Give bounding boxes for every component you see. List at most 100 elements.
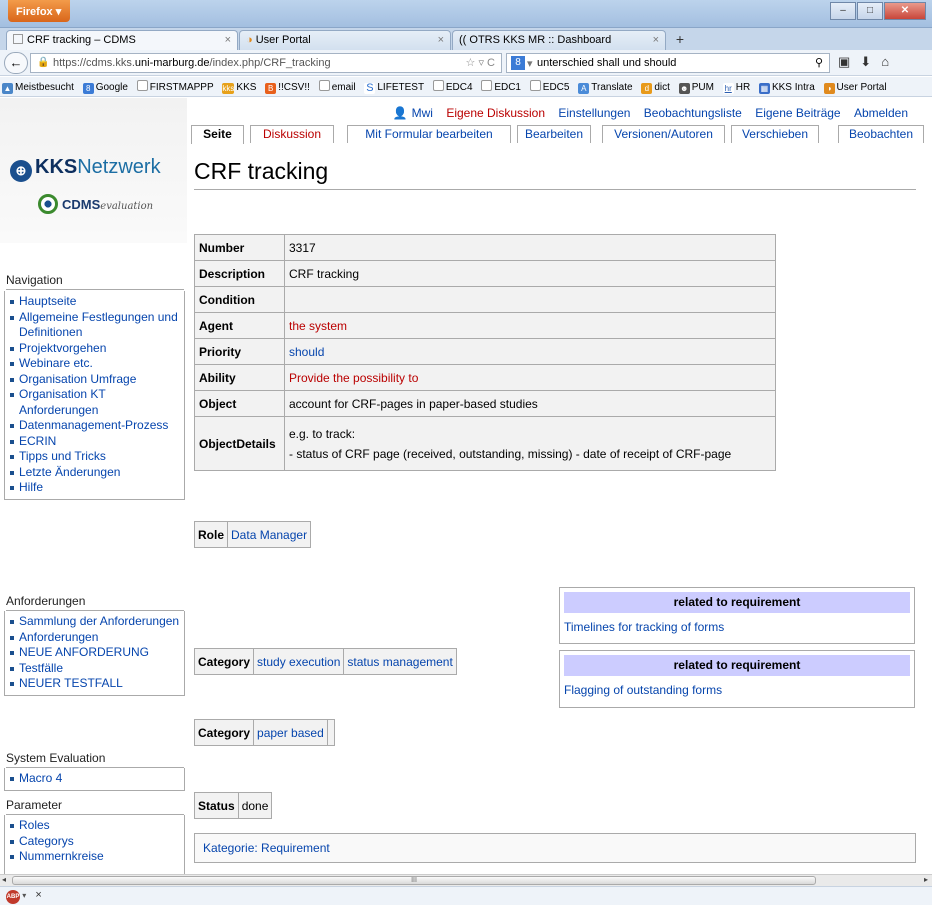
nav-link-hauptseite[interactable]: Hauptseite [9,294,184,310]
priority-link[interactable]: should [284,338,776,365]
bookmark-kks[interactable]: kks KKS [222,82,256,94]
bookmark-user-portal[interactable]: ◑ User Portal [823,82,887,94]
property-value [284,286,776,313]
table-row: Object account for CRF-pages in paper-ba… [194,390,776,417]
property-key: ObjectDetails [194,416,285,471]
close-tab-icon[interactable]: × [438,34,444,46]
bookmark-pum[interactable]: ☻ PUM [678,82,714,94]
personal-user-link[interactable]: Mwi [412,106,433,120]
category-link-study-execution[interactable]: study execution [253,648,345,675]
property-value: 3317 [284,234,776,261]
table-row: Status done [194,792,273,819]
scrollbar-thumb[interactable]: III [12,876,816,885]
tab-beobachten[interactable]: Beobachten [838,125,924,143]
back-button[interactable]: ← [4,52,28,74]
tab-otrs[interactable]: (( OTRS KKS MR :: Dashboard × [452,30,666,50]
close-addon-bar-icon[interactable]: × [35,889,41,901]
toolbar-icons: ▣⬇⌂ [838,54,899,70]
category-links[interactable]: Kategorie: Requirement [194,833,916,863]
nav-link-testfaelle[interactable]: Testfälle [9,661,184,677]
addon-icon[interactable]: ▣ [838,54,860,69]
tab-bearbeiten[interactable]: Bearbeiten [517,125,591,143]
nav-link-webinare[interactable]: Webinare etc. [9,356,184,372]
bookmark-hr[interactable]: hr HR [722,82,750,94]
bookmark-meistbesucht[interactable]: ▲ Meistbesucht [2,82,74,94]
personal-link-eigene-beitraege[interactable]: Eigene Beiträge [755,106,840,120]
category-link-paper-based[interactable]: paper based [253,719,328,746]
new-tab-button[interactable]: + [668,30,692,50]
empty-cell [326,719,335,746]
personal-link-einstellungen[interactable]: Einstellungen [558,106,630,120]
personal-link-beobachtungsliste[interactable]: Beobachtungsliste [644,106,742,120]
close-tab-icon[interactable]: × [653,34,659,46]
related-link-flagging[interactable]: Flagging of outstanding forms [564,683,910,697]
nav-link-categorys[interactable]: Categorys [9,834,184,850]
search-icon[interactable]: ⚲ [815,56,823,69]
tab-user-portal[interactable]: ◑ User Portal × [239,30,451,50]
close-tab-icon[interactable]: × [225,34,231,46]
tab-mit-formular-bearbeiten[interactable]: Mit Formular bearbeiten [347,125,511,143]
personal-link-abmelden[interactable]: Abmelden [854,106,908,120]
tab-crf-tracking[interactable]: CRF tracking – CDMS × [6,30,238,50]
adblock-icon[interactable]: ABP [6,890,20,904]
category-link-status-management[interactable]: status management [343,648,457,675]
home-icon[interactable]: ⌂ [881,54,899,69]
bookmark-kks-intra[interactable]: ▦ KKS Intra [758,82,815,94]
nav-link-allgemeine-festlegungen[interactable]: Allgemeine Festlegungen und Definitionen [9,310,184,341]
nav-link-roles[interactable]: Roles [9,818,184,834]
tab-diskussion[interactable]: Diskussion [250,125,334,143]
bookmark-google[interactable]: 8 Google [82,82,128,94]
nav-link-anforderungen[interactable]: Anforderungen [9,630,184,646]
nav-link-datenmanagement[interactable]: Datenmanagement-Prozess [9,418,184,434]
nav-link-hilfe[interactable]: Hilfe [9,480,184,496]
nav-link-tipps[interactable]: Tipps und Tricks [9,449,184,465]
nav-link-letzte-aenderungen[interactable]: Letzte Änderungen [9,465,184,481]
download-icon[interactable]: ⬇ [860,54,881,69]
kks-netzwerk-logo[interactable]: ⊕ KKSNetzwerk [10,156,161,182]
bookmark-star-icon[interactable]: ☆ ▿ C [466,56,495,69]
property-key: Number [194,234,285,261]
bookmark-edc1[interactable]: EDC1 [481,80,521,93]
nav-link-sammlung[interactable]: Sammlung der Anforderungen [9,614,184,630]
globe-icon: ⊕ [10,160,32,182]
nav-link-nummernkreise[interactable]: Nummernkreise [9,849,184,865]
portal-system-evaluation: Macro 4 [4,768,185,791]
bookmark-edc5[interactable]: EDC5 [529,80,569,93]
minimize-button[interactable]: – [830,2,856,20]
requirement-properties-table: Number 3317 Description CRF tracking Con… [194,234,776,471]
nav-link-neue-anforderung[interactable]: NEUE ANFORDERUNG [9,645,184,661]
related-link-timelines[interactable]: Timelines for tracking of forms [564,620,910,634]
nav-link-organisation-umfrage[interactable]: Organisation Umfrage [9,372,184,388]
scroll-right-icon[interactable]: ▸ [924,875,928,884]
nav-link-ecrin[interactable]: ECRIN [9,434,184,450]
close-window-button[interactable]: ✕ [884,2,926,20]
bookmark-translate[interactable]: A Translate [578,82,633,94]
personal-link-eigene-diskussion[interactable]: Eigene Diskussion [446,106,545,120]
tab-seite[interactable]: Seite [191,125,244,144]
nav-link-projektvorgehen[interactable]: Projektvorgehen [9,341,184,357]
bookmark-lifetest[interactable]: S LIFETEST [364,82,424,94]
maximize-button[interactable]: □ [857,2,883,20]
bookmark-edc4[interactable]: EDC4 [432,80,473,93]
nav-link-macro-4[interactable]: Macro 4 [9,771,184,787]
role-link[interactable]: Data Manager [227,521,312,548]
scroll-left-icon[interactable]: ◂ [2,875,6,884]
bookmark-csv[interactable]: B !!CSV!! [265,82,310,94]
horizontal-scrollbar[interactable]: ◂ III ▸ [0,874,932,886]
tab-versionen-autoren[interactable]: Versionen/Autoren [602,125,725,143]
status-key: Status [194,792,239,819]
nav-link-organisation-kt[interactable]: Organisation KT Anforderungen [9,387,184,418]
firefox-menu-button[interactable]: Firefox ▾ [8,0,70,22]
ability-link[interactable]: Provide the possibility to [284,364,776,391]
agent-link[interactable]: the system [284,312,776,339]
bookmark-dict[interactable]: d dict [641,82,670,94]
url-bar[interactable]: 🔒 https://cdms.kks.uni-marburg.de/index.… [30,53,502,73]
nav-link-neuer-testfall[interactable]: NEUER TESTFALL [9,676,184,692]
bookmark-email[interactable]: email [318,80,356,93]
tab-verschieben[interactable]: Verschieben [731,125,819,143]
property-key: Agent [194,312,285,339]
search-bar[interactable]: 8 ▾ unterschied shall und should ⚲ [506,53,830,73]
cdms-evaluation-logo[interactable]: CDMSevaluation [38,194,153,214]
bookmark-firstmappp[interactable]: FIRSTMAPPP [136,80,214,93]
search-engine-icon[interactable]: 8 [511,56,525,70]
